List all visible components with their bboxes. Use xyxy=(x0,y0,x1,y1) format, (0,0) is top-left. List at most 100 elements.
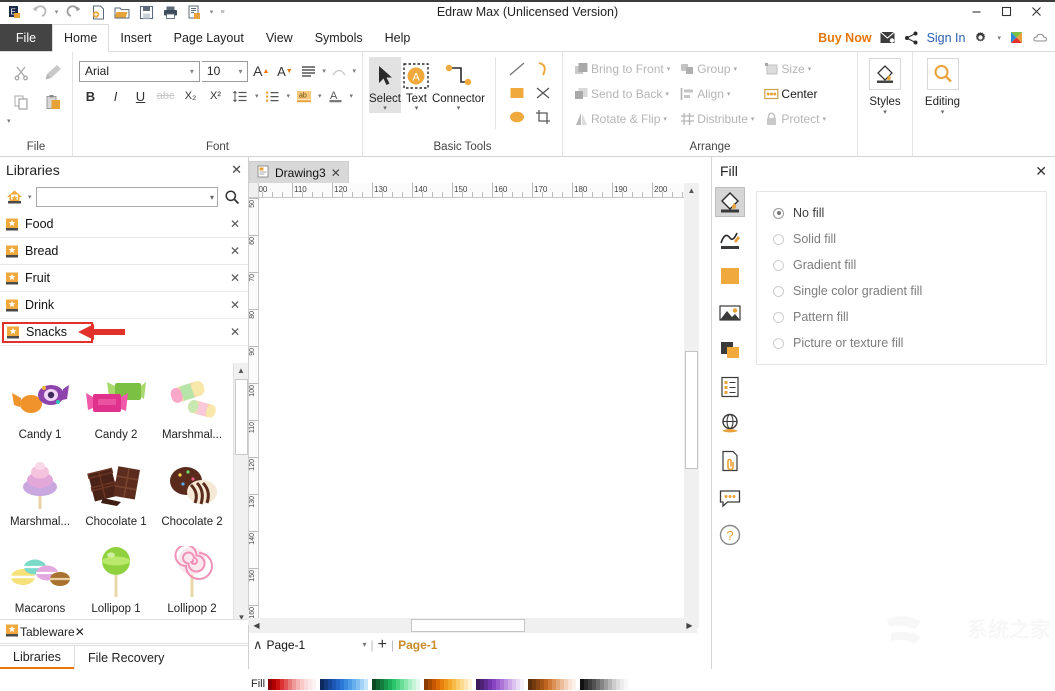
size-button[interactable]: Size ▾ xyxy=(759,57,829,81)
styles-button[interactable]: Styles ▾ xyxy=(858,52,912,117)
export-dropdown-caret[interactable]: ▾ xyxy=(207,8,216,16)
styles-caret[interactable]: ▾ xyxy=(883,108,887,117)
fill-option-picture-or-texture-fill[interactable]: Picture or texture fill xyxy=(757,330,1046,356)
undo-icon[interactable] xyxy=(28,2,50,22)
library-search-box[interactable]: ▾ xyxy=(36,187,218,207)
fill-option-pattern-fill[interactable]: Pattern fill xyxy=(757,304,1046,330)
redo-icon[interactable] xyxy=(63,2,85,22)
align-text-caret[interactable]: ▾ xyxy=(322,67,326,75)
shape-macarons[interactable]: Macarons xyxy=(2,541,78,625)
fill-option-solid-fill[interactable]: Solid fill xyxy=(757,226,1046,252)
tab-help[interactable]: Help xyxy=(374,24,422,51)
shapes-scroll-up-button[interactable]: ▲ xyxy=(234,363,248,378)
shape-lollipop-1[interactable]: Lollipop 1 xyxy=(78,541,154,625)
library-item-close-icon[interactable]: ✕ xyxy=(230,271,240,285)
document-tab-close-icon[interactable]: ✕ xyxy=(331,166,341,180)
bullets-icon[interactable] xyxy=(261,85,284,107)
help-icon[interactable]: ? xyxy=(715,520,745,550)
shape-candy-1[interactable]: Candy 1 xyxy=(2,367,78,454)
bold-button[interactable]: B xyxy=(79,85,102,107)
shrink-font-icon[interactable]: A▼ xyxy=(274,60,296,82)
font-size-combo[interactable]: 10 ▾ xyxy=(202,61,249,82)
font-color-icon[interactable]: A xyxy=(324,85,347,107)
strikethrough-button[interactable]: abc xyxy=(154,85,177,107)
canvas-vscroll-thumb[interactable] xyxy=(685,351,698,469)
line-spacing-caret[interactable]: ▾ xyxy=(255,92,259,100)
underline-button[interactable]: U xyxy=(129,85,152,107)
library-item-close-icon[interactable]: ✕ xyxy=(230,217,240,231)
editing-button[interactable]: Editing ▾ xyxy=(913,52,972,117)
font-color-caret[interactable]: ▾ xyxy=(350,92,354,100)
group-button[interactable]: Group ▾ xyxy=(675,57,757,81)
cut-button[interactable] xyxy=(6,57,36,87)
superscript-button[interactable]: X² xyxy=(204,85,227,107)
page-selector-caret[interactable]: ▾ xyxy=(363,640,367,649)
protect-caret[interactable]: ▾ xyxy=(822,115,826,123)
buy-now-button[interactable]: Buy Now xyxy=(818,31,871,45)
send-to-back-caret[interactable]: ▾ xyxy=(665,90,669,98)
open-folder-icon[interactable] xyxy=(111,2,133,22)
size-caret[interactable]: ▾ xyxy=(808,65,812,73)
align-text-icon[interactable] xyxy=(298,60,320,82)
search-input[interactable] xyxy=(40,191,210,203)
save-icon[interactable] xyxy=(135,2,157,22)
library-item-close-icon[interactable]: ✕ xyxy=(230,298,240,312)
maximize-button[interactable] xyxy=(991,0,1021,22)
rotate-flip-button[interactable]: Rotate & Flip ▾ xyxy=(569,107,673,131)
canvas-scroll-left-button[interactable]: ◀ xyxy=(249,618,264,633)
line-pen-icon[interactable] xyxy=(715,224,745,254)
rectangle-icon[interactable] xyxy=(504,81,530,105)
page-collapse-button[interactable]: ∧ xyxy=(253,637,263,653)
shape-candy-2[interactable]: Candy 2 xyxy=(78,367,154,454)
library-shapes-scrollbar[interactable]: ▲ ▼ xyxy=(233,363,248,625)
line-icon[interactable] xyxy=(504,57,530,81)
curved-text-icon[interactable] xyxy=(328,60,350,82)
library-item-close-icon[interactable]: ✕ xyxy=(75,625,85,639)
new-file-icon[interactable] xyxy=(87,2,109,22)
colorful-x-icon[interactable] xyxy=(1008,29,1025,46)
close-button[interactable] xyxy=(1021,0,1051,22)
send-to-back-button[interactable]: Send to Back ▾ xyxy=(569,82,673,106)
library-item-close-icon[interactable]: ✕ xyxy=(230,325,240,339)
format-painter-button[interactable] xyxy=(36,57,70,87)
color-swatch-icon[interactable] xyxy=(715,261,745,291)
highlight-caret[interactable]: ▾ xyxy=(318,92,322,100)
paste-button[interactable] xyxy=(36,87,70,117)
text-tool-button[interactable]: A Text ▾ xyxy=(401,57,432,113)
crop-icon[interactable] xyxy=(530,105,556,129)
print-icon[interactable] xyxy=(159,2,181,22)
italic-button[interactable]: I xyxy=(104,85,127,107)
subscript-button[interactable]: X₂ xyxy=(179,85,202,107)
distribute-caret[interactable]: ▾ xyxy=(751,115,755,123)
protect-button[interactable]: Protect ▾ xyxy=(759,107,829,131)
shape-marshmallow-1[interactable]: Marshmal... xyxy=(154,367,230,454)
grow-font-icon[interactable]: A▲ xyxy=(250,60,272,82)
bring-to-front-caret[interactable]: ▾ xyxy=(667,65,671,73)
gear-dropdown-caret[interactable]: ▾ xyxy=(997,34,1001,42)
connector-tool-button[interactable]: Connector ▾ xyxy=(432,57,485,113)
undo-dropdown-caret[interactable]: ▾ xyxy=(52,8,61,16)
library-item-bread[interactable]: Bread ✕ xyxy=(0,238,248,265)
comment-icon[interactable] xyxy=(715,483,745,513)
document-tab-drawing3[interactable]: Drawing3 ✕ xyxy=(249,161,349,183)
distribute-button[interactable]: Distribute ▾ xyxy=(675,107,757,131)
paste-dropdown-caret[interactable]: ▾ xyxy=(7,117,36,125)
font-size-caret[interactable]: ▾ xyxy=(235,67,245,76)
align-caret[interactable]: ▾ xyxy=(727,90,731,98)
picture-icon[interactable] xyxy=(715,298,745,328)
curved-text-caret[interactable]: ▾ xyxy=(352,67,356,75)
home-dropdown-caret[interactable]: ▾ xyxy=(28,193,32,201)
library-item-food[interactable]: Food ✕ xyxy=(0,211,248,238)
canvas-vertical-scrollbar[interactable]: ▲ ▼ xyxy=(684,183,699,628)
connector-tool-caret[interactable]: ▾ xyxy=(457,105,461,113)
fill-option-gradient-fill[interactable]: Gradient fill xyxy=(757,252,1046,278)
rotate-flip-caret[interactable]: ▾ xyxy=(663,115,667,123)
gear-icon[interactable] xyxy=(972,29,989,46)
tab-insert[interactable]: Insert xyxy=(109,24,162,51)
select-tool-button[interactable]: Select ▾ xyxy=(369,57,401,113)
globe-hyperlink-icon[interactable] xyxy=(715,409,745,439)
align-button[interactable]: Align ▾ xyxy=(675,82,757,106)
add-page-button[interactable]: + xyxy=(378,638,387,652)
shape-lollipop-2[interactable]: Lollipop 2 xyxy=(154,541,230,625)
cloud-icon[interactable] xyxy=(1032,29,1049,46)
